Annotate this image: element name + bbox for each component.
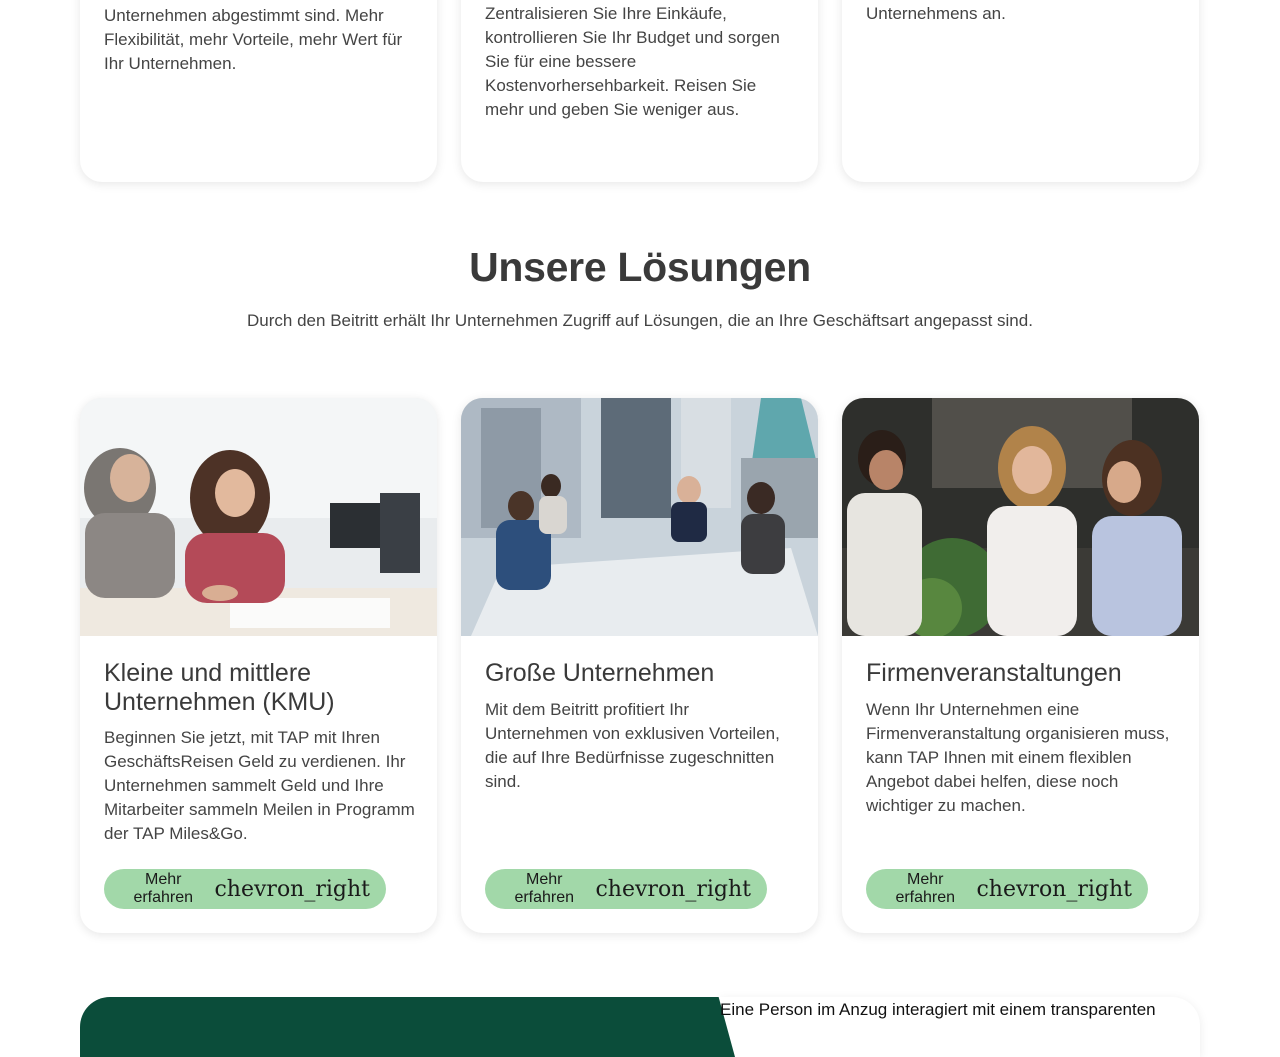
solution-card-description: Mit dem Beitritt profitiert Ihr Unterneh… (485, 700, 780, 791)
info-card-2-text: Zentralisieren Sie Ihre Einkäufe, kontro… (485, 4, 780, 119)
learn-more-button-large-companies[interactable]: Mehr erfahren chevron_right (485, 869, 767, 909)
solution-card-title: Firmenveranstaltungen (866, 659, 1122, 687)
events-photo (842, 398, 1199, 636)
info-card-1-text: Unternehmen abgestimmt sind. Mehr Flexib… (104, 6, 403, 73)
learn-more-button-events[interactable]: Mehr erfahren chevron_right (866, 869, 1148, 909)
solutions-title: Unsere Lösungen (469, 244, 811, 290)
kmu-photo (80, 398, 437, 636)
solution-card-title: Kleine und mittlere Unternehmen (KMU) (104, 659, 335, 716)
learn-more-button-kmu[interactable]: Mehr erfahren chevron_right (104, 869, 386, 909)
chevron-right-icon: chevron_right (214, 876, 370, 902)
learn-more-label: Mehr erfahren (133, 871, 194, 906)
info-card-2: Zentralisieren Sie Ihre Einkäufe, kontro… (461, 0, 818, 182)
solutions-subtitle: Durch den Beitritt erhält Ihr Unternehme… (247, 311, 1033, 330)
solution-card-title: Große Unternehmen (485, 659, 715, 687)
solution-card-large-companies: Große Unternehmen Mit dem Beitritt profi… (461, 398, 818, 933)
solution-card-description: Beginnen Sie jetzt, mit TAP mit Ihren Ge… (104, 728, 415, 843)
info-card-1: Unternehmen abgestimmt sind. Mehr Flexib… (80, 0, 437, 182)
banner-image-alt-text: Eine Person im Anzug interagiert mit ein… (720, 1000, 1156, 1019)
learn-more-label: Mehr erfahren (895, 871, 956, 906)
info-card-3-text: Unternehmens an. (866, 4, 1006, 23)
solution-card-kmu: Kleine und mittlere Unternehmen (KMU) Be… (80, 398, 437, 933)
chevron-right-icon: chevron_right (976, 876, 1132, 902)
learn-more-label: Mehr erfahren (514, 871, 575, 906)
chevron-right-icon: chevron_right (595, 876, 751, 902)
promo-banner (80, 997, 735, 1057)
info-card-3: Unternehmens an. (842, 0, 1199, 182)
solution-card-events: Firmenveranstaltungen Wenn Ihr Unternehm… (842, 398, 1199, 933)
large-companies-photo (461, 398, 818, 636)
solution-card-description: Wenn Ihr Unternehmen eine Firmenveransta… (866, 700, 1170, 815)
